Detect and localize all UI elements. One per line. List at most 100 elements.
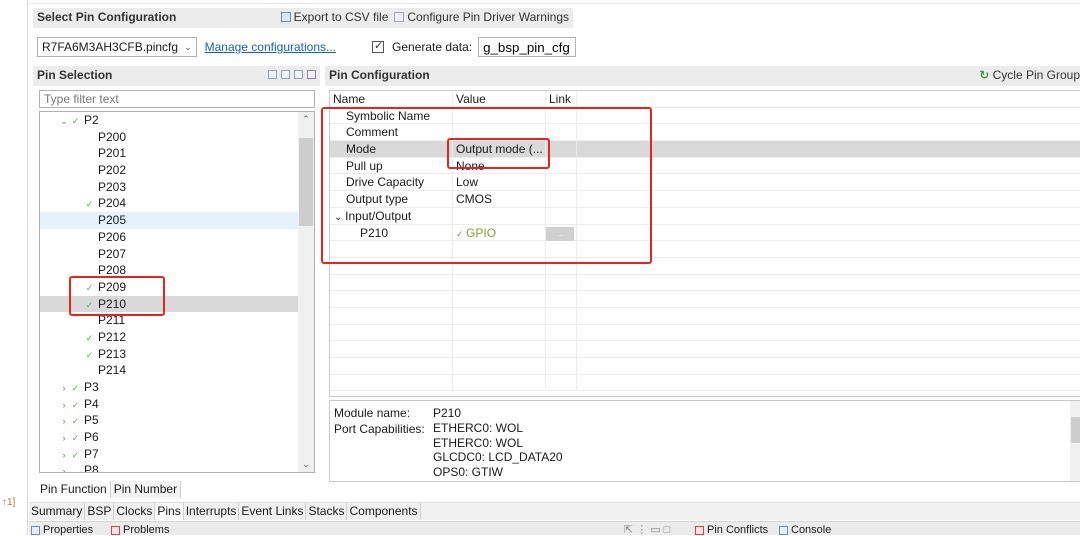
tree-item-p205[interactable]: P205 <box>40 212 314 229</box>
tree-item-p210[interactable]: ✓ P210 <box>40 295 314 313</box>
tree-item-p4[interactable]: › ✓ P4 <box>40 396 314 413</box>
tree-item-p7[interactable]: › ✓ P7 <box>40 446 314 463</box>
pin-configuration-table: Name Value Link Symbolic Name Comment Mode Out… <box>329 90 1080 397</box>
chevron-right-icon[interactable]: › <box>58 413 70 430</box>
chevron-right-icon[interactable]: › <box>58 397 70 414</box>
tree-item-p212[interactable]: ✓ P212 <box>40 329 314 346</box>
view-menu-icon[interactable]: ⋮ <box>636 524 647 536</box>
chevron-right-icon[interactable]: › <box>58 380 70 397</box>
tree-item-p2[interactable]: ⌄ ✓ P2 <box>40 112 314 129</box>
chevron-down-icon[interactable]: ⌄ <box>58 113 70 130</box>
table-row[interactable]: Symbolic Name <box>330 107 1080 125</box>
chevron-right-icon[interactable]: › <box>58 463 70 472</box>
empty-cell <box>577 325 1080 341</box>
table-row[interactable]: ⌄ Input/Output <box>330 207 1080 225</box>
property-value[interactable]: Low <box>453 174 546 191</box>
table-row[interactable]: P210 ✓ GPIO → <box>330 224 1080 242</box>
tree-item-p206[interactable]: P206 <box>40 229 314 246</box>
empty-cell <box>546 341 577 357</box>
column-header[interactable]: Name <box>330 91 453 107</box>
tree-item-p204[interactable]: ✓ P204 <box>40 195 314 212</box>
chevron-right-icon[interactable]: › <box>58 430 70 447</box>
tree-item-p214[interactable]: P214 <box>40 362 314 379</box>
property-value[interactable] <box>453 207 546 224</box>
tab-pins[interactable]: Pins <box>155 503 184 520</box>
generate-data-input[interactable] <box>478 37 577 57</box>
tree-item-p6[interactable]: › ✓ P6 <box>40 429 314 446</box>
property-value[interactable]: Output mode (... <box>453 141 546 157</box>
pin-config-file-select[interactable]: R7FA6M3AH3CFB.pincfg ⌄ <box>37 37 197 57</box>
property-value[interactable] <box>453 107 546 124</box>
property-name-text: P210 <box>360 225 389 240</box>
empty-cell <box>453 274 546 291</box>
table-row[interactable]: Output type CMOS <box>330 191 1080 208</box>
tree-item-p213[interactable]: ✓ P213 <box>40 346 314 363</box>
info-scrollbar[interactable] <box>1070 401 1080 481</box>
empty-cell <box>453 241 546 257</box>
property-value[interactable] <box>453 124 546 141</box>
chevron-down-icon[interactable]: ⌄ <box>334 212 345 223</box>
view-tab-properties[interactable]: Properties <box>31 524 93 536</box>
tree-item-p209[interactable]: ✓ P209 <box>40 279 314 296</box>
expand-all-icon[interactable] <box>281 70 290 79</box>
tree-item-p200[interactable]: P200 <box>40 129 314 146</box>
tree-scrollbar[interactable]: ⌃ ⌄ <box>298 112 314 472</box>
open-console-icon[interactable]: ⇱ <box>624 524 633 536</box>
tab-pin-number[interactable]: Pin Number <box>110 481 182 498</box>
tree-item-p201[interactable]: P201 <box>40 145 314 162</box>
column-header[interactable]: Link <box>546 91 577 107</box>
empty-cell <box>453 291 546 307</box>
cycle-pin-group-button[interactable]: ↻ Cycle Pin Group <box>979 68 1080 82</box>
maximize-icon[interactable]: □ <box>664 524 671 536</box>
tree-item-p5[interactable]: › ✓ P5 <box>40 412 314 429</box>
show-list-icon[interactable] <box>268 70 277 79</box>
tab-components[interactable]: Components <box>347 503 421 520</box>
tree-item-p207[interactable]: P207 <box>40 246 314 263</box>
tree-item-p203[interactable]: P203 <box>40 179 314 196</box>
tab-stacks[interactable]: Stacks <box>306 503 348 520</box>
tab-pin-function[interactable]: Pin Function <box>37 481 111 498</box>
info-scroll-thumb[interactable] <box>1071 417 1080 443</box>
empty-cell <box>546 291 577 307</box>
collapse-all-icon[interactable] <box>294 70 303 79</box>
tab-clocks[interactable]: Clocks <box>114 503 156 520</box>
empty-cell <box>453 341 546 357</box>
view-tab-console[interactable]: Console <box>779 524 831 536</box>
check-icon: ✓ <box>456 228 467 239</box>
sort-az-icon[interactable] <box>307 70 316 79</box>
tab-summary[interactable]: Summary <box>29 503 86 520</box>
scroll-down-icon[interactable]: ⌄ <box>298 459 314 470</box>
view-tab-problems[interactable]: Problems <box>111 524 169 536</box>
tree-item-p202[interactable]: P202 <box>40 162 314 179</box>
minimize-icon[interactable]: ▭ <box>650 524 660 536</box>
row-filler <box>577 225 1080 241</box>
tree-item-p208[interactable]: P208 <box>40 262 314 279</box>
pin-configuration-panel: Pin Configuration ↻ Cycle Pin Group Name… <box>325 66 1080 486</box>
chevron-right-icon[interactable]: › <box>58 447 70 464</box>
tab-interrupts[interactable]: Interrupts <box>184 503 240 520</box>
table-row[interactable]: Drive Capacity Low <box>330 174 1080 192</box>
table-row[interactable]: Comment <box>330 124 1080 142</box>
column-header[interactable]: Value <box>453 91 546 107</box>
table-row[interactable]: Mode Output mode (... <box>330 141 1080 158</box>
generate-data-checkbox[interactable] <box>372 39 385 53</box>
tree-item-p3[interactable]: › ✓ P3 <box>40 379 314 396</box>
view-tab-pin-conflicts[interactable]: Pin Conflicts <box>695 524 768 536</box>
scroll-up-icon[interactable]: ⌃ <box>298 114 314 125</box>
property-value[interactable]: None <box>453 157 546 174</box>
tab-bsp[interactable]: BSP <box>85 503 115 520</box>
tree-item-label: P202 <box>98 163 127 178</box>
property-value[interactable]: ✓ GPIO <box>453 224 546 241</box>
link-arrow-button[interactable]: → <box>546 226 574 241</box>
manage-configurations-link[interactable]: Manage configurations... <box>205 40 336 54</box>
properties-label: Properties <box>43 524 94 536</box>
tree-scroll-thumb[interactable] <box>299 138 313 226</box>
property-value[interactable]: CMOS <box>453 191 546 207</box>
table-row[interactable]: Pull up None <box>330 157 1080 175</box>
tree-item-p211[interactable]: P211 <box>40 312 314 329</box>
tab-event-links[interactable]: Event Links <box>239 503 307 520</box>
pin-filter-input[interactable]: Type filter text <box>39 90 315 108</box>
export-csv-button[interactable]: Export to CSV file <box>280 10 388 24</box>
tree-item-p8[interactable]: › P8 <box>40 462 314 472</box>
configure-warnings-button[interactable]: Configure Pin Driver Warnings <box>394 10 569 24</box>
